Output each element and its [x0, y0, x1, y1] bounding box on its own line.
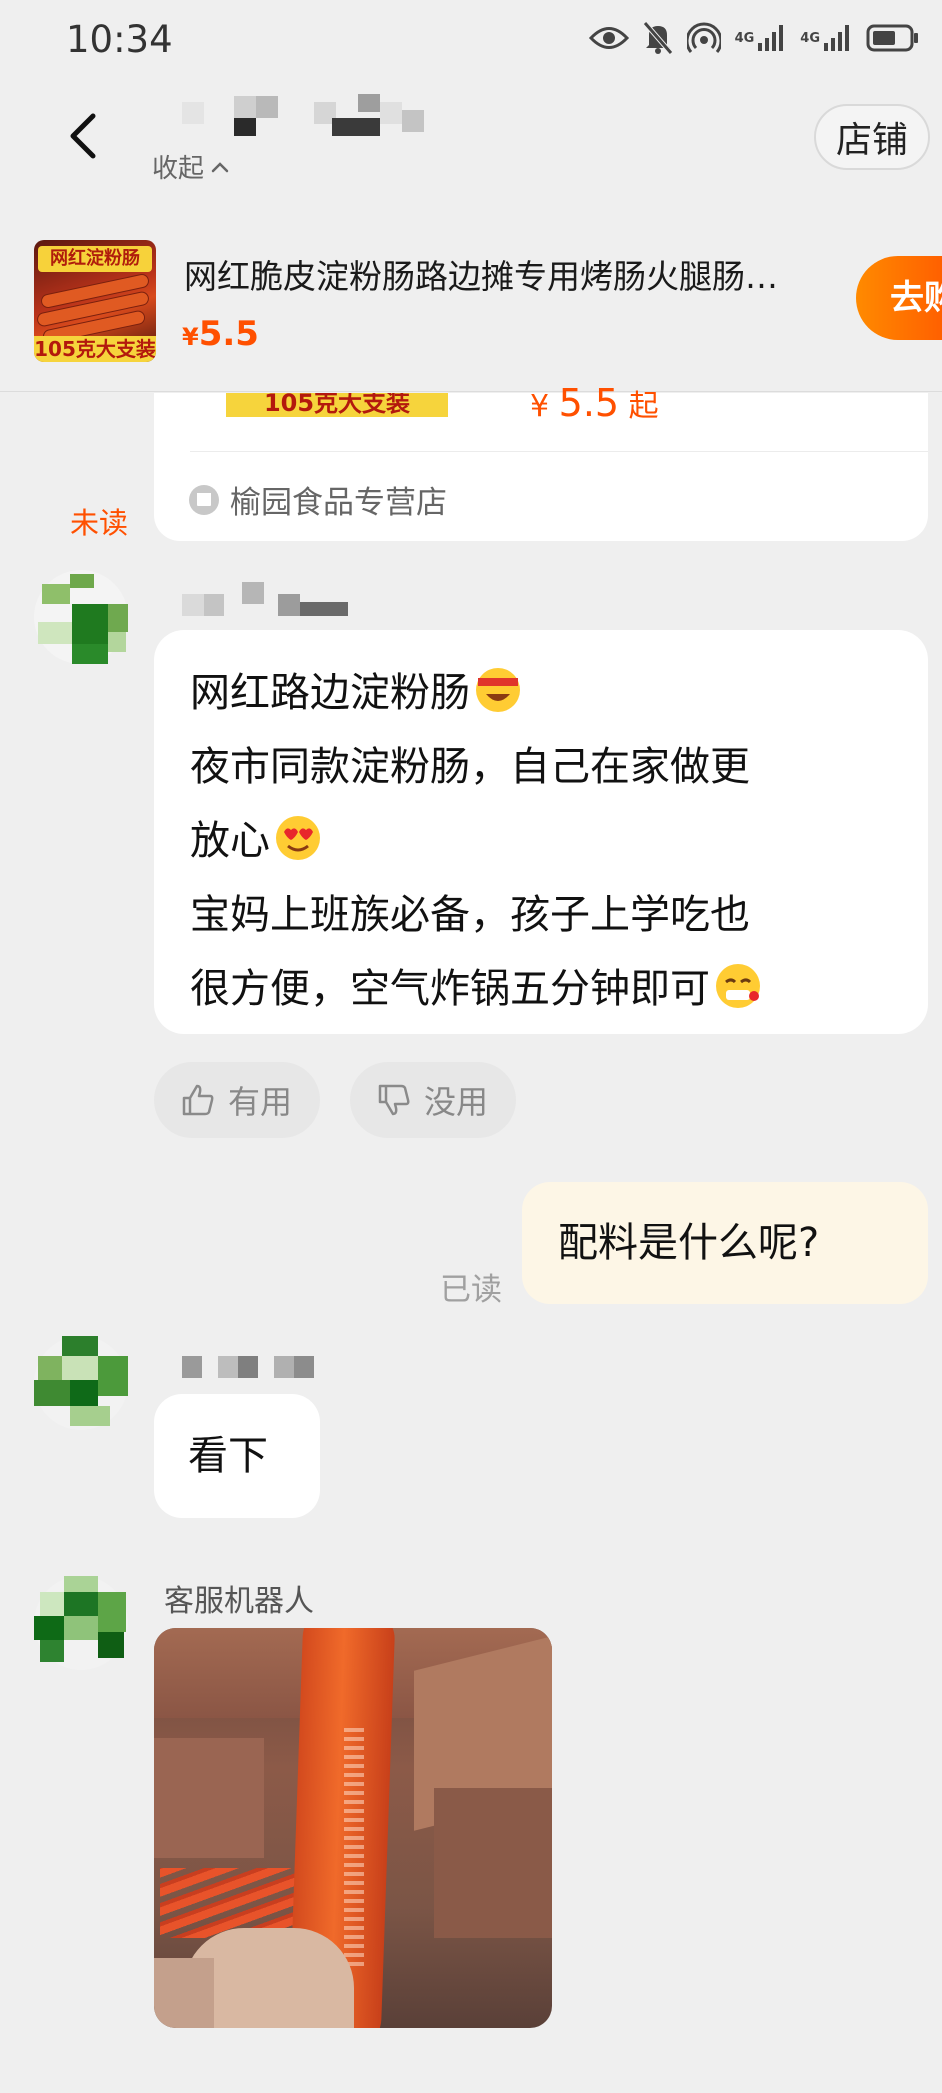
- avatar[interactable]: [34, 1576, 128, 1670]
- product-bar[interactable]: 网红淀粉肠 105克大支装 网红脆皮淀粉肠路边摊专用烤肠火腿肠… ¥5.5 去购…: [0, 232, 942, 392]
- status-time: 10:34: [66, 18, 173, 61]
- message-image[interactable]: [154, 1628, 552, 2028]
- card-price-symbol: ¥: [530, 389, 550, 424]
- card-divider: [190, 451, 928, 452]
- collapse-label: 收起: [152, 154, 205, 184]
- product-title[interactable]: 网红脆皮淀粉肠路边摊专用烤肠火腿肠…: [184, 250, 856, 298]
- message-bubble-received[interactable]: 网红路边淀粉肠 夜市同款淀粉肠，自己在家做更 放心 宝妈上班族必备，孩子上学吃也…: [154, 630, 928, 1034]
- signal-icon: [758, 25, 784, 51]
- network-type-1: 4G: [734, 30, 755, 46]
- message-bubble-received[interactable]: 看下: [154, 1394, 320, 1518]
- thumb-bottom-text: 105克大支装: [34, 336, 156, 362]
- mute-bell-icon: [642, 21, 673, 55]
- shop-name-redacted: [182, 88, 482, 136]
- signal-icon: [824, 25, 849, 51]
- avatar[interactable]: [34, 1336, 128, 1430]
- useless-button[interactable]: 没用: [350, 1062, 517, 1138]
- card-store[interactable]: 榆园食品专营店: [188, 477, 447, 522]
- chevron-up-icon: [211, 161, 229, 172]
- message-line: 网红路边淀粉肠: [190, 656, 928, 730]
- store-button[interactable]: 店铺: [814, 104, 930, 170]
- hotspot-icon: [686, 22, 721, 53]
- status-icons: 4G 4G: [588, 18, 920, 58]
- thumbs-up-icon: [182, 1084, 214, 1116]
- laughing-emoji-icon: [476, 668, 520, 712]
- product-price: ¥5.5: [182, 314, 259, 354]
- unread-label: 未读: [70, 506, 129, 540]
- card-image-strip: 105克大支装: [226, 393, 448, 417]
- sender-name: 客服机器人: [164, 1584, 314, 1619]
- useless-label: 没用: [424, 1083, 489, 1121]
- collapse-toggle[interactable]: 收起: [152, 148, 230, 185]
- product-card[interactable]: 105克大支装 ¥ 5.5 起 榆园食品专营店: [154, 381, 928, 541]
- battery-icon: [866, 24, 918, 52]
- message-line: 夜市同款淀粉肠，自己在家做更: [190, 744, 750, 790]
- thumbs-down-icon: [378, 1084, 410, 1116]
- card-price: ¥ 5.5 起: [530, 381, 659, 425]
- message-line: 放心: [190, 804, 928, 878]
- back-button[interactable]: [54, 106, 110, 166]
- message-bubble-sent[interactable]: 配料是什么呢?: [522, 1182, 928, 1304]
- read-label: 已读: [440, 1272, 502, 1308]
- chevron-left-icon: [70, 113, 96, 159]
- buy-button[interactable]: 去购买: [856, 256, 942, 340]
- message-line: 很方便，空气炸锅五分钟即可: [190, 952, 928, 1026]
- card-price-suffix: 起: [628, 389, 659, 424]
- useful-label: 有用: [228, 1083, 293, 1121]
- eye-icon: [588, 27, 629, 49]
- product-thumbnail[interactable]: 网红淀粉肠 105克大支装: [34, 240, 156, 362]
- card-price-value: 5.5: [558, 381, 620, 425]
- store-icon: [189, 484, 219, 515]
- status-bar: 10:34 4G 4G: [0, 0, 942, 78]
- message-text: 配料是什么呢?: [558, 1220, 820, 1266]
- useful-button[interactable]: 有用: [154, 1062, 321, 1138]
- message-line: 宝妈上班族必备，孩子上学吃也: [190, 892, 750, 938]
- price-symbol: ¥: [182, 323, 199, 351]
- price-value: 5.5: [198, 314, 259, 354]
- card-store-name: 榆园食品专营店: [230, 485, 447, 521]
- avatar[interactable]: [34, 570, 128, 664]
- chat-header: 收起 店铺: [0, 78, 942, 188]
- heart-eyes-emoji-icon: [276, 816, 320, 860]
- sender-name-redacted: [182, 1356, 322, 1378]
- network-type-2: 4G: [800, 30, 820, 46]
- thumb-top-text: 网红淀粉肠: [38, 246, 152, 272]
- sick-emoji-icon: [716, 964, 760, 1008]
- sender-name-redacted: [182, 582, 352, 616]
- message-text: 看下: [188, 1433, 268, 1479]
